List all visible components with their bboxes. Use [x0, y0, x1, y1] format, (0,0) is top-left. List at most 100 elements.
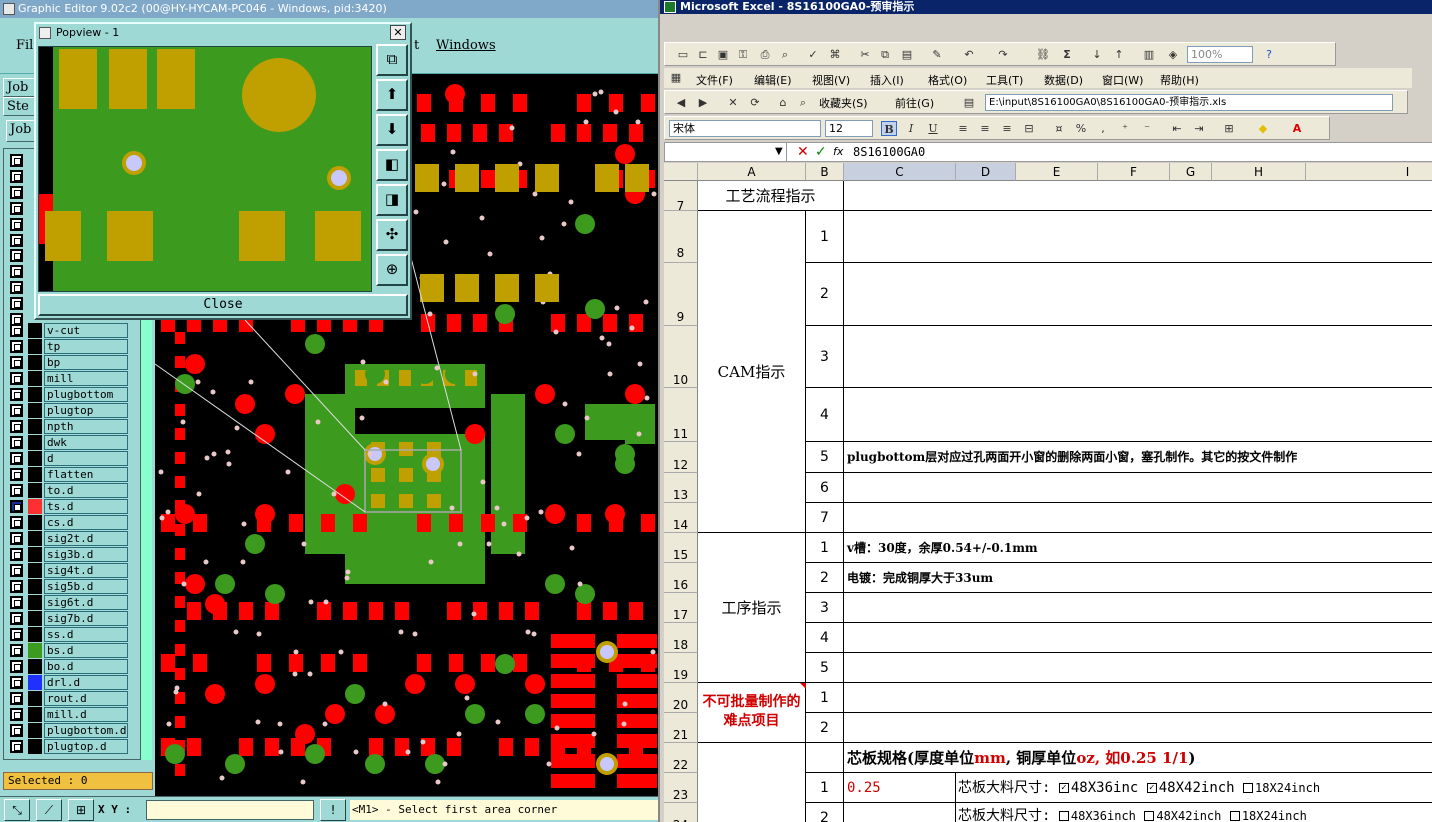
layer-checkbox[interactable]: [10, 404, 23, 417]
menu-data[interactable]: 数据(D): [1044, 72, 1083, 88]
enter-icon[interactable]: ✓: [815, 143, 827, 161]
favorites-menu[interactable]: 收藏夹(S): [819, 95, 868, 111]
layer-name[interactable]: ts.d: [44, 499, 128, 514]
layer-name[interactable]: rout.d: [44, 691, 128, 706]
menu-file[interactable]: Fil: [16, 38, 33, 53]
layer-checkbox[interactable]: [10, 217, 23, 231]
layer-name[interactable]: sig2t.d: [44, 531, 128, 546]
job-button[interactable]: Job: [3, 78, 35, 97]
copy-icon[interactable]: ⧉: [877, 47, 893, 62]
layer-name[interactable]: to.d: [44, 483, 128, 498]
zoom-tool-icon[interactable]: ⤡: [4, 799, 30, 821]
layer-row[interactable]: ss.d: [6, 627, 128, 642]
borders-icon[interactable]: ⊞: [1221, 121, 1237, 136]
row-header[interactable]: 18: [664, 623, 698, 653]
step-button[interactable]: Ste: [3, 97, 35, 116]
layer-checkbox[interactable]: [10, 185, 23, 199]
layer-color-swatch[interactable]: [28, 371, 42, 386]
layer-checkbox[interactable]: [10, 436, 23, 449]
procedure-instructions-label[interactable]: 工序指示: [698, 533, 806, 683]
layer-name[interactable]: flatten: [44, 467, 128, 482]
layer-checkbox[interactable]: [10, 644, 23, 657]
cam-item-text[interactable]: [844, 388, 1432, 442]
option-48x36-checkbox[interactable]: ✓: [1058, 783, 1069, 793]
formula-input[interactable]: 8S16100GA0: [853, 143, 925, 161]
layer-name[interactable]: plugtop.d: [44, 739, 128, 754]
drawing-icon[interactable]: ◈: [1165, 47, 1181, 62]
layer-name[interactable]: sig4t.d: [44, 563, 128, 578]
layer-checkbox[interactable]: [10, 201, 23, 215]
core-thickness[interactable]: [844, 803, 956, 822]
core-size-options[interactable]: 芯板大料尺寸: ✓ 48X36inc ✓ 48X42inch 18X24inch: [956, 773, 1432, 803]
align-center-icon[interactable]: ≡: [977, 121, 993, 136]
layer-row[interactable]: drl.d: [6, 675, 128, 690]
xy-input[interactable]: [146, 800, 314, 820]
column-header-e[interactable]: E: [1016, 163, 1098, 181]
row-header[interactable]: 24: [664, 803, 698, 822]
undo-icon[interactable]: ↶: [961, 47, 977, 62]
layer-checkbox[interactable]: [10, 169, 23, 183]
layer-name[interactable]: dwk: [44, 435, 128, 450]
layer-checkbox[interactable]: [10, 676, 23, 689]
chart-wizard-icon[interactable]: ▥: [1141, 47, 1157, 62]
layer-checkbox[interactable]: [10, 233, 23, 247]
save-icon[interactable]: ▣: [715, 47, 731, 62]
layer-checkbox[interactable]: [10, 532, 23, 545]
layer-color-swatch[interactable]: [28, 355, 42, 370]
layer-checkbox[interactable]: [10, 628, 23, 641]
layer-color-swatch[interactable]: [28, 339, 42, 354]
layer-name[interactable]: bo.d: [44, 659, 128, 674]
align-left-icon[interactable]: ≡: [955, 121, 971, 136]
option-48x42-checkbox[interactable]: [1144, 811, 1155, 821]
font-color-icon[interactable]: A: [1289, 121, 1305, 136]
layer-row[interactable]: plugbottom.d: [6, 723, 128, 738]
layer-list-scrollbar[interactable]: [140, 320, 152, 760]
layer-checkbox[interactable]: [10, 340, 23, 353]
popview-close-button[interactable]: Close: [38, 294, 408, 316]
option-48x42-checkbox[interactable]: ✓: [1146, 783, 1157, 793]
layer-checkbox[interactable]: [10, 265, 23, 279]
layer-checkbox[interactable]: [10, 297, 23, 311]
layer-color-swatch[interactable]: [28, 707, 42, 722]
row-header[interactable]: 23: [664, 773, 698, 803]
sort-ascending-icon[interactable]: ↓: [1089, 47, 1105, 62]
cam-item-number[interactable]: 1: [806, 211, 844, 263]
row-header[interactable]: 12: [664, 442, 698, 473]
layer-color-swatch[interactable]: [28, 691, 42, 706]
layer-row[interactable]: ts.d: [6, 499, 128, 514]
layer-row[interactable]: flatten: [6, 467, 128, 482]
layer-color-swatch[interactable]: [28, 579, 42, 594]
core-spec-side[interactable]: [698, 743, 806, 822]
home-icon[interactable]: ⌂: [775, 95, 791, 110]
layer-checkbox[interactable]: [10, 388, 23, 401]
stop-icon[interactable]: ✕: [725, 95, 741, 110]
layer-color-swatch[interactable]: [28, 659, 42, 674]
font-name-combo[interactable]: 宋体: [669, 120, 821, 137]
bold-button[interactable]: B: [881, 121, 897, 136]
decrease-decimal-icon[interactable]: ⁻: [1139, 121, 1155, 136]
procedure-item-text[interactable]: v槽：30度，余厚0.54+/-0.1mm: [844, 533, 1432, 563]
name-box[interactable]: [665, 143, 787, 161]
name-box-dropdown-icon[interactable]: ▼: [775, 143, 783, 161]
row-header[interactable]: 16: [664, 563, 698, 593]
layer-name[interactable]: v-cut: [44, 323, 128, 338]
layer-name[interactable]: drl.d: [44, 675, 128, 690]
pan-left-icon[interactable]: ◧: [376, 149, 408, 181]
row-header[interactable]: 22: [664, 743, 698, 773]
layer-row[interactable]: plugtop: [6, 403, 128, 418]
row-header[interactable]: 11: [664, 388, 698, 442]
layer-row[interactable]: npth: [6, 419, 128, 434]
popview-close-icon[interactable]: ✕: [390, 25, 406, 40]
layer-checkbox[interactable]: [10, 660, 23, 673]
layer-color-swatch[interactable]: [28, 499, 42, 514]
layer-checkbox[interactable]: [10, 740, 23, 753]
layer-color-swatch[interactable]: [28, 595, 42, 610]
layer-checkbox[interactable]: [10, 468, 23, 481]
refresh-icon[interactable]: ⟳: [747, 95, 763, 110]
layer-name[interactable]: npth: [44, 419, 128, 434]
layer-checkbox[interactable]: [10, 324, 23, 337]
menu-tools[interactable]: 工具(T): [986, 72, 1023, 88]
layer-color-swatch[interactable]: [28, 467, 42, 482]
layer-row[interactable]: sig6t.d: [6, 595, 128, 610]
layer-color-swatch[interactable]: [28, 675, 42, 690]
